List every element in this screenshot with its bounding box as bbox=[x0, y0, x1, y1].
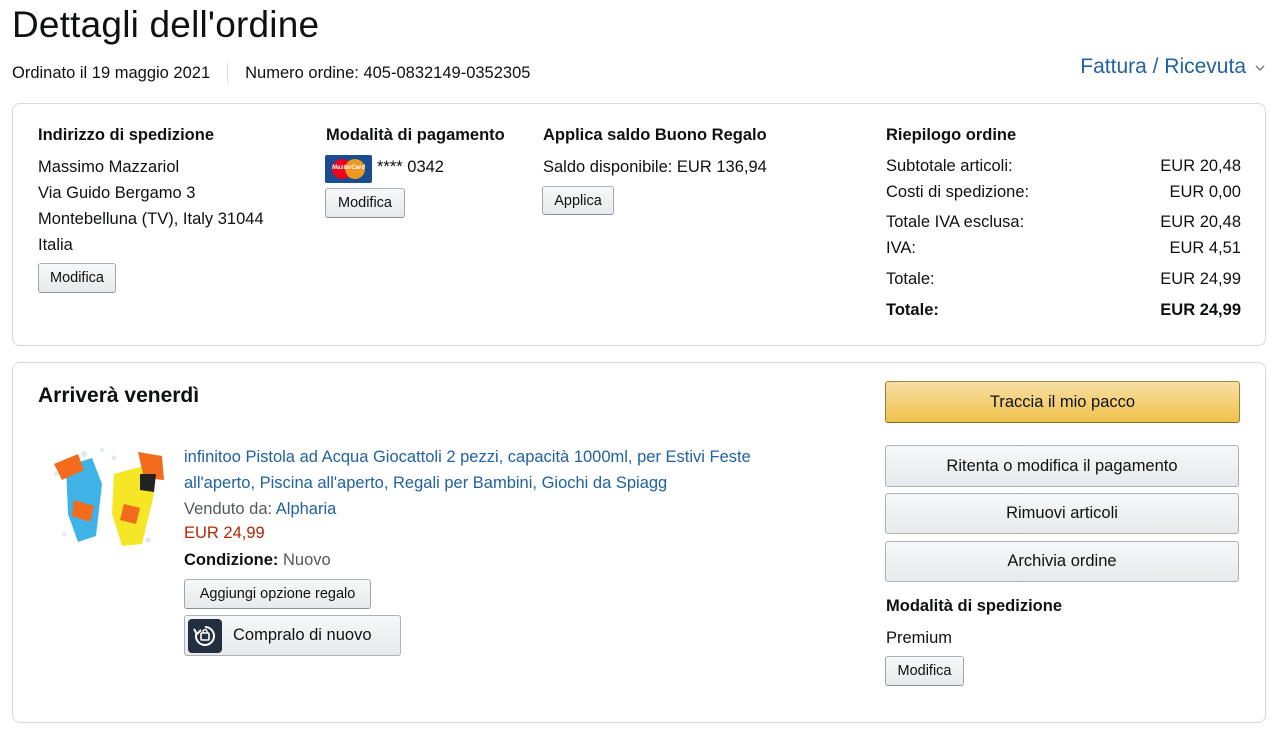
summary-label: Totale: bbox=[886, 270, 935, 288]
gift-card-heading: Applica saldo Buono Regalo bbox=[543, 126, 767, 144]
edit-address-button[interactable]: Modifica bbox=[38, 263, 116, 293]
divider bbox=[227, 63, 229, 83]
buy-again-label: Compralo di nuovo bbox=[233, 626, 372, 644]
condition: Condizione: Nuovo bbox=[184, 547, 331, 573]
buy-again-icon bbox=[188, 619, 222, 653]
summary-label: Totale IVA esclusa: bbox=[886, 213, 1025, 231]
summary-row-grand-total: Totale: EUR 24,99 bbox=[886, 301, 1241, 320]
condition-value: Nuovo bbox=[283, 551, 331, 569]
summary-row-vat: IVA: EUR 4,51 bbox=[886, 239, 1241, 258]
summary-value: EUR 20,48 bbox=[1160, 157, 1241, 175]
invoice-dropdown[interactable]: Fattura / Ricevuta bbox=[1080, 55, 1266, 79]
shipping-address-heading: Indirizzo di spedizione bbox=[38, 126, 215, 144]
shipping-method-value: Premium bbox=[886, 629, 953, 647]
summary-row-shipping: Costi di spedizione: EUR 0,00 bbox=[886, 183, 1241, 202]
summary-value: EUR 0,00 bbox=[1169, 183, 1241, 201]
chevron-down-icon bbox=[1255, 65, 1265, 72]
remove-items-button[interactable]: Rimuovi articoli bbox=[885, 493, 1239, 534]
product-price: EUR 24,99 bbox=[184, 524, 265, 542]
mastercard-icon: MasterCard bbox=[325, 155, 372, 183]
summary-row-total: Totale: EUR 24,99 bbox=[886, 270, 1241, 289]
retry-payment-button[interactable]: Ritenta o modifica il pagamento bbox=[885, 445, 1239, 487]
summary-label: Subtotale articoli: bbox=[886, 157, 1013, 175]
summary-label: Totale: bbox=[886, 301, 939, 319]
summary-row-total-ex-vat: Totale IVA esclusa: EUR 20,48 bbox=[886, 213, 1241, 232]
summary-value: EUR 24,99 bbox=[1160, 301, 1241, 319]
arrival-heading: Arriverà venerdì bbox=[38, 384, 200, 407]
gift-card-balance: Saldo disponibile: EUR 136,94 bbox=[543, 158, 767, 176]
address-line: Via Guido Bergamo 3 bbox=[38, 184, 196, 202]
product-image[interactable] bbox=[44, 444, 168, 556]
payment-heading: Modalità di pagamento bbox=[326, 126, 505, 144]
order-number: Numero ordine: 405-0832149-0352305 bbox=[245, 63, 531, 82]
page-title: Dettagli dell'ordine bbox=[12, 4, 320, 45]
address-line: Italia bbox=[38, 236, 73, 254]
track-package-button[interactable]: Traccia il mio pacco bbox=[885, 381, 1240, 423]
archive-order-button[interactable]: Archivia ordine bbox=[885, 541, 1239, 582]
shipping-method-heading: Modalità di spedizione bbox=[886, 597, 1063, 615]
product-title-link[interactable]: infinitoo Pistola ad Acqua Giocattoli 2 … bbox=[184, 445, 824, 496]
buy-again-button[interactable]: Compralo di nuovo bbox=[184, 615, 401, 656]
address-line: Montebelluna (TV), Italy 31044 bbox=[38, 210, 264, 228]
order-date: Ordinato il 19 maggio 2021 bbox=[12, 63, 211, 82]
edit-payment-button[interactable]: Modifica bbox=[325, 188, 405, 218]
summary-label: IVA: bbox=[886, 239, 916, 257]
order-meta: Ordinato il 19 maggio 2021 Numero ordine… bbox=[12, 63, 530, 83]
summary-value: EUR 4,51 bbox=[1169, 239, 1241, 257]
address-line: Massimo Mazzariol bbox=[38, 158, 180, 176]
apply-gift-card-button[interactable]: Applica bbox=[542, 186, 614, 215]
add-gift-option-button[interactable]: Aggiungi opzione regalo bbox=[184, 579, 371, 609]
summary-label: Costi di spedizione: bbox=[886, 183, 1030, 201]
summary-row-subtotal: Subtotale articoli: EUR 20,48 bbox=[886, 157, 1241, 176]
edit-shipping-method-button[interactable]: Modifica bbox=[885, 656, 964, 686]
seller-link[interactable]: Alpharia bbox=[276, 500, 337, 518]
card-number: **** 0342 bbox=[377, 158, 444, 176]
order-summary-heading: Riepilogo ordine bbox=[886, 126, 1017, 144]
invoice-link-label: Fattura / Ricevuta bbox=[1080, 55, 1246, 78]
sold-by: Venduto da: Alpharia bbox=[184, 496, 336, 522]
condition-label: Condizione: bbox=[184, 551, 279, 569]
sold-by-label: Venduto da: bbox=[184, 500, 273, 518]
summary-value: EUR 20,48 bbox=[1160, 213, 1241, 231]
summary-value: EUR 24,99 bbox=[1160, 270, 1241, 288]
